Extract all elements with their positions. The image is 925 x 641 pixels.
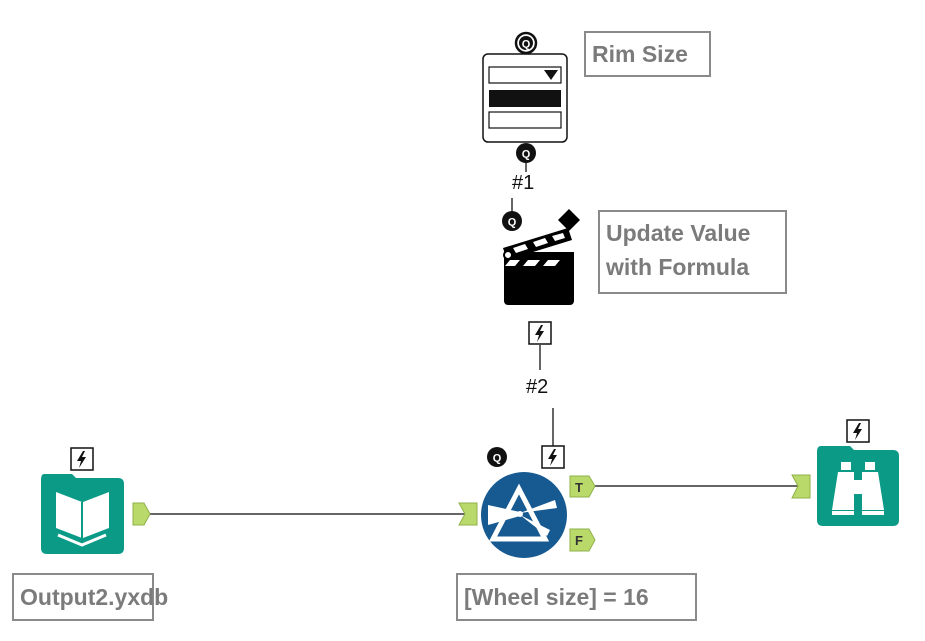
input-data-tool[interactable] [41,474,124,554]
svg-text:Q: Q [522,39,531,51]
dropdown-annotation: Rim Size [584,31,711,77]
svg-text:Q: Q [493,453,502,465]
dropdown-q-input-icon[interactable]: Q [514,31,538,55]
action-annotation-line1: Update Value [606,220,751,246]
filter-annotation: [Wheel size] = 16 [456,573,697,621]
action-diamond-icon [558,209,580,231]
svg-text:Q: Q [522,149,531,161]
input-annotation: Output2.yxdb [12,573,168,621]
filter-bolt-icon [541,445,565,469]
filter-true-label: T [575,480,583,495]
filter-q-input-icon[interactable]: Q [487,447,507,467]
workflow-canvas: Q Q Q Q T F [41,31,899,558]
action-bolt-icon [528,321,552,345]
filter-false-label: F [575,533,583,548]
svg-text:Q: Q [508,217,517,229]
dropdown-tool[interactable] [482,53,568,143]
filter-tool[interactable] [481,472,567,558]
browse-bolt-icon [846,419,870,443]
dropdown-q-output-icon[interactable]: Q [516,143,536,163]
action-annotation-line2: with Formula [606,254,750,280]
input-bolt-icon [70,447,94,471]
clapperboard-icon [503,228,574,305]
connection-label-2: #2 [526,376,549,399]
input-output-anchor[interactable] [132,502,151,526]
action-annotation: Update Value with Formula [598,210,787,294]
action-q-input-icon[interactable]: Q [502,211,522,231]
browse-tool[interactable] [817,446,899,526]
connection-label-1: #1 [512,172,535,195]
